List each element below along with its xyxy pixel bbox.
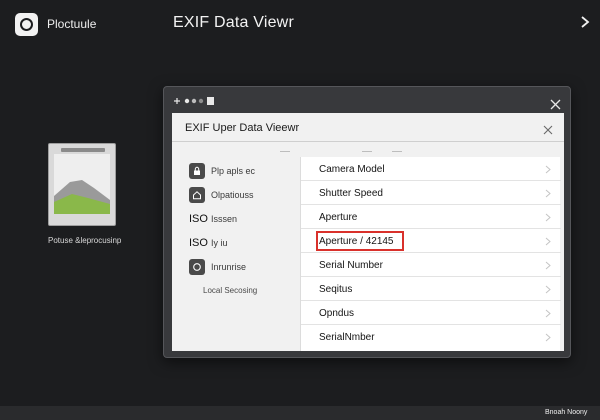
- sidebar-item-label: Olpatiouss: [211, 190, 254, 200]
- sidebar-item-lock[interactable]: Plp apls ec: [189, 161, 299, 181]
- window-titlebar: [164, 87, 570, 113]
- list-item-highlighted[interactable]: Aperture / 42145: [301, 229, 561, 253]
- app-logo-icon[interactable]: [15, 13, 38, 36]
- landscape-icon: [54, 154, 110, 214]
- local-section-label: Local Secosing: [203, 286, 258, 295]
- divider-tick: [280, 151, 290, 152]
- field-label: Serial Number: [319, 260, 383, 271]
- home-icon: [189, 187, 205, 203]
- field-label: Camera Model: [319, 164, 385, 175]
- field-label: Aperture / 42145: [319, 236, 394, 247]
- list-item[interactable]: Shutter Speed: [301, 181, 561, 205]
- exif-window: EXIF Uper Data Vieewr Plp apls ec Olpati…: [163, 86, 571, 358]
- chevron-right-icon[interactable]: [578, 12, 592, 32]
- list-item[interactable]: SerialNmber: [301, 325, 561, 349]
- field-label: SerialNmber: [319, 332, 375, 343]
- field-label: Shutter Speed: [319, 188, 383, 199]
- page-title: EXIF Data Viewr: [173, 14, 294, 31]
- status-bar-text: Bnoah Noony: [545, 409, 588, 416]
- dialog-close-icon[interactable]: [543, 122, 553, 135]
- list-item[interactable]: Aperture: [301, 205, 561, 229]
- thumbnail-caption: Potuse &leprocusinp: [48, 236, 122, 245]
- exif-field-list: Camera Model Shutter Speed Aperture Aper…: [300, 157, 561, 351]
- status-bar: [0, 406, 600, 420]
- lock-icon: [189, 163, 205, 179]
- thumbnail-tab: [61, 148, 105, 152]
- app-name: Ploctuule: [47, 17, 97, 31]
- chevron-right-icon: [545, 285, 551, 294]
- list-item[interactable]: Camera Model: [301, 157, 561, 181]
- chevron-right-icon: [545, 165, 551, 174]
- list-item[interactable]: Serial Number: [301, 253, 561, 277]
- chevron-right-icon: [545, 261, 551, 270]
- iso-label: ISO: [189, 213, 208, 225]
- sidebar-item-circle[interactable]: Inrunrise: [189, 257, 299, 277]
- image-thumbnail[interactable]: [48, 143, 116, 226]
- divider-tick: [392, 151, 402, 152]
- exif-dialog: EXIF Uper Data Vieewr Plp apls ec Olpati…: [172, 113, 564, 351]
- list-item[interactable]: Seqitus: [301, 277, 561, 301]
- field-label: Seqitus: [319, 284, 353, 295]
- field-label: Aperture: [319, 212, 358, 223]
- iso-label: ISO: [189, 237, 208, 249]
- chevron-right-icon: [545, 213, 551, 222]
- sidebar-item-label: Inrunrise: [211, 262, 247, 272]
- sidebar-item-label: Plp apls ec: [211, 166, 256, 176]
- list-item[interactable]: Opndus: [301, 301, 561, 325]
- sidebar: Plp apls ec Olpatiouss ISO Isssen ISO Iy…: [189, 161, 299, 351]
- window-close-icon[interactable]: [550, 97, 561, 110]
- sidebar-item-iso-2[interactable]: ISO Iy iu: [189, 233, 299, 253]
- app-header: Ploctuule EXIF Data Viewr: [0, 0, 600, 48]
- divider-tick: [362, 151, 372, 152]
- sidebar-item-label: Iy iu: [211, 238, 228, 248]
- window-controls-icon[interactable]: [173, 96, 221, 106]
- sidebar-item-home[interactable]: Olpatiouss: [189, 185, 299, 205]
- field-label: Opndus: [319, 308, 355, 319]
- dialog-divider: [172, 141, 564, 142]
- sidebar-item-label: Isssen: [211, 214, 238, 224]
- sidebar-item-iso[interactable]: ISO Isssen: [189, 209, 299, 229]
- circle-icon: [189, 259, 205, 275]
- dialog-title: EXIF Uper Data Vieewr: [185, 122, 300, 134]
- chevron-right-icon: [545, 309, 551, 318]
- chevron-right-icon: [545, 237, 551, 246]
- chevron-right-icon: [545, 189, 551, 198]
- chevron-right-icon: [545, 333, 551, 342]
